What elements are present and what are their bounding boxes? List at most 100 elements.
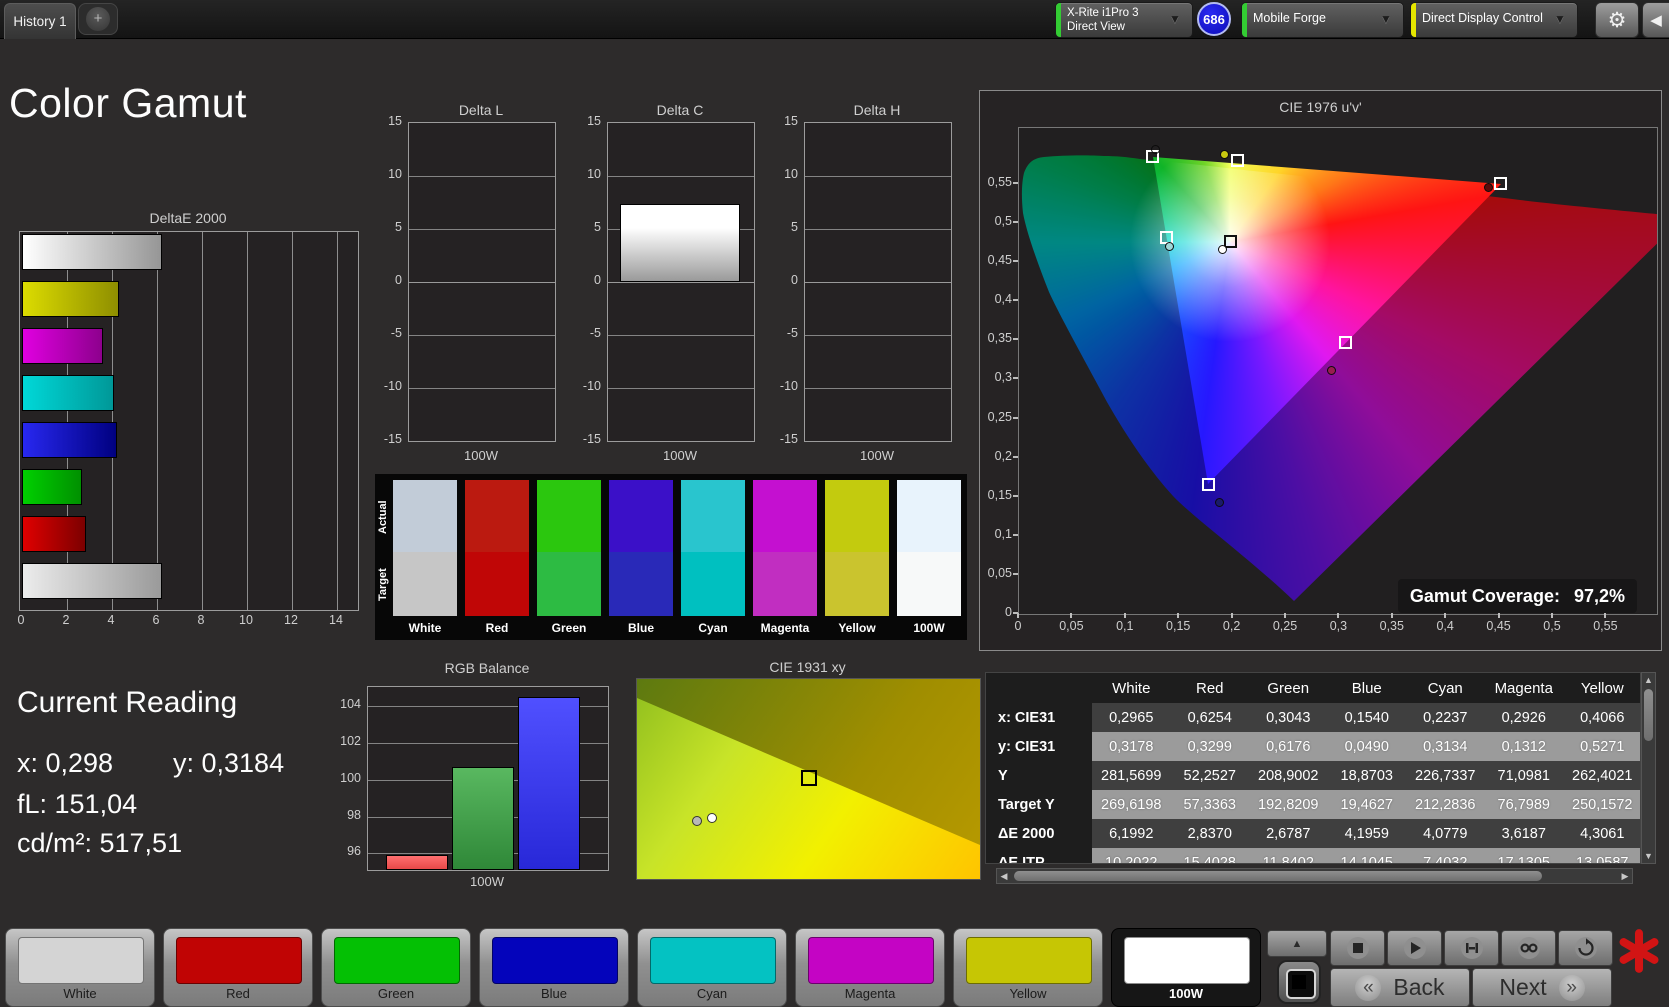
collapse-panel-button[interactable]: ◀ <box>1642 2 1669 38</box>
scrollbar-thumb[interactable] <box>1014 871 1542 881</box>
table-cell: 208,9002 <box>1249 761 1328 790</box>
target-row-label: Target <box>377 568 389 602</box>
scroll-up-icon[interactable]: ▲ <box>1642 673 1655 687</box>
chevron-down-icon: ▼ <box>1169 12 1181 26</box>
gamut-coverage-readout: Gamut Coverage: 97,2% <box>1397 579 1637 613</box>
tab-history-1[interactable]: History 1 <box>4 3 76 39</box>
table-cell: 4,0779 <box>1406 819 1485 848</box>
refresh-button[interactable] <box>1558 930 1613 966</box>
pattern-button-green[interactable]: Green <box>321 928 471 1007</box>
pattern-button-cyan[interactable]: Cyan <box>637 928 787 1007</box>
swatch-label: 100W <box>913 621 945 635</box>
play-button[interactable] <box>1387 930 1442 966</box>
deltae-bar-green <box>22 469 82 505</box>
cie-y-tick: 0,3 <box>994 370 1012 385</box>
delta-x-label: 100W <box>464 448 498 463</box>
delta-y-tick: 10 <box>587 167 601 181</box>
delta-x-label: 100W <box>663 448 697 463</box>
scroll-right-icon[interactable]: ▶ <box>1618 869 1632 883</box>
pattern-window-button[interactable] <box>1277 960 1321 1004</box>
cie-y-tick: 0,25 <box>987 409 1012 424</box>
pattern-label: Cyan <box>696 986 728 1001</box>
rgb-bar-red <box>386 855 448 870</box>
chevron-down-icon: ▼ <box>1380 12 1392 26</box>
table-row: ΔE 2000 6,1992 2,8370 2,6787 4,1959 4,0779 3,6… <box>986 819 1640 848</box>
step-range-button[interactable] <box>1444 930 1499 966</box>
delta-y-tick: -15 <box>582 432 601 446</box>
delta-y-tick: 10 <box>784 167 798 181</box>
cie-y-tick: 0,2 <box>994 448 1012 463</box>
next-button[interactable]: Next » <box>1472 968 1612 1007</box>
cie-x-tick: 0,1 <box>1116 619 1134 633</box>
loop-button[interactable] <box>1501 930 1556 966</box>
deltae-bar-yellow <box>22 281 119 317</box>
table-header-cell: Blue <box>1327 673 1406 703</box>
scroll-left-icon[interactable]: ◀ <box>997 869 1011 883</box>
cie-x-tick: 0,45 <box>1486 619 1511 633</box>
table-vertical-scrollbar[interactable]: ▲ ▼ <box>1641 672 1656 864</box>
table-cell: 269,6198 <box>1092 790 1171 819</box>
pattern-button-white[interactable]: White <box>5 928 155 1007</box>
table-cell: 10,2022 <box>1092 848 1171 863</box>
tick-mark <box>1013 416 1018 419</box>
top-bar: History 1 + X-Rite i1Pro 3 Direct View ▼ … <box>0 0 1669 39</box>
table-cell: 0,5271 <box>1563 732 1640 761</box>
target-swatch <box>897 552 961 616</box>
delta-y-tick: 10 <box>388 167 402 181</box>
tick-mark <box>1017 613 1019 618</box>
meter-count-badge: 686 <box>1197 2 1231 36</box>
scrollbar-thumb[interactable] <box>1644 689 1653 741</box>
tick-mark <box>1013 455 1018 458</box>
tick-mark <box>1123 613 1126 618</box>
target-swatch <box>537 552 601 616</box>
pattern-swatch <box>966 937 1092 984</box>
table-cell: 0,2926 <box>1484 703 1563 732</box>
rgb-balance-chart <box>367 686 609 871</box>
swatch-column-100w: 100W <box>897 474 961 640</box>
plus-icon: + <box>86 7 110 31</box>
pattern-swatch <box>808 937 934 984</box>
delta-chart-title: Delta C <box>656 102 704 118</box>
swatch-label: White <box>408 621 442 635</box>
delta-y-tick: -10 <box>779 379 798 393</box>
table-cell: 281,5699 <box>1092 761 1171 790</box>
source-dropdown[interactable]: Mobile Forge ▼ <box>1241 2 1404 38</box>
pattern-button-blue[interactable]: Blue <box>479 928 629 1007</box>
cie1931-plot <box>636 678 981 880</box>
pattern-swatch <box>334 937 460 984</box>
scroll-down-icon[interactable]: ▼ <box>1642 849 1655 863</box>
meter-label: X-Rite i1Pro 3 Direct View <box>1067 7 1139 33</box>
app-window: History 1 + X-Rite i1Pro 3 Direct View ▼ … <box>0 0 1669 1007</box>
table-cell: 262,4021 <box>1563 761 1640 790</box>
swatch-label: Blue <box>627 621 654 635</box>
back-button[interactable]: « Back <box>1330 968 1470 1007</box>
rgb-balance-title: RGB Balance <box>444 660 530 676</box>
range-icon <box>1460 937 1483 959</box>
rgb-bar-green <box>452 767 514 870</box>
gamut-coverage-value: 97,2% <box>1573 585 1625 606</box>
table-cell: 17,1305 <box>1484 848 1563 863</box>
infinity-icon <box>1517 937 1540 959</box>
pattern-button-magenta[interactable]: Magenta <box>795 928 945 1007</box>
tick-mark <box>1070 613 1073 618</box>
settings-button[interactable]: ⚙ <box>1595 2 1639 38</box>
pattern-button-red[interactable]: Red <box>163 928 313 1007</box>
delta-y-tick: 15 <box>388 114 402 128</box>
pattern-window-raise-button[interactable]: ▲ <box>1267 930 1327 957</box>
deltae-bar-100w <box>22 563 162 599</box>
actual-row-label: Actual <box>377 500 389 534</box>
pattern-label: Yellow <box>1009 986 1047 1001</box>
gridline <box>409 388 555 389</box>
gridline <box>409 229 555 230</box>
table-cell: 3,6187 <box>1484 819 1563 848</box>
new-tab-button[interactable]: + <box>78 3 118 35</box>
reading-y: y: 0,3184 <box>173 748 285 778</box>
pattern-button-yellow[interactable]: Yellow <box>953 928 1103 1007</box>
row-label: Y <box>986 761 1092 790</box>
meter-dropdown[interactable]: X-Rite i1Pro 3 Direct View ▼ <box>1055 2 1193 38</box>
display-control-dropdown[interactable]: Direct Display Control ▼ <box>1410 2 1578 38</box>
stop-button[interactable] <box>1330 930 1385 966</box>
delta-y-tick: 15 <box>784 114 798 128</box>
table-horizontal-scrollbar[interactable]: ◀ ▶ <box>996 868 1633 884</box>
pattern-button-100w[interactable]: 100W <box>1111 928 1261 1007</box>
